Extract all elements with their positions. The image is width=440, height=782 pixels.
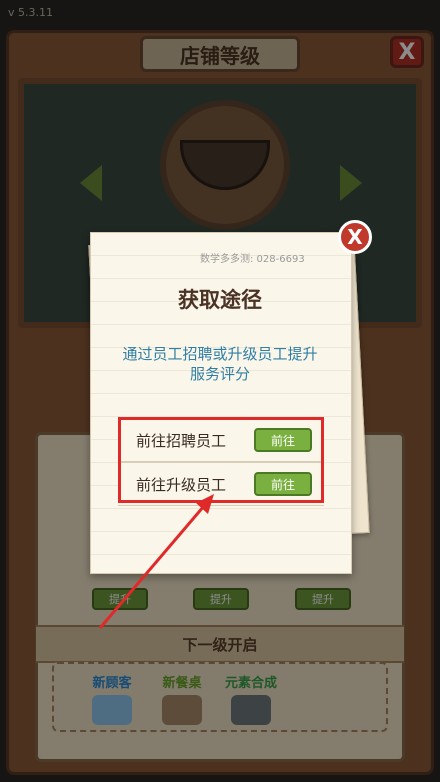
option-upgrade-staff: 前往升级员工 前往: [118, 462, 324, 506]
option-recruit-staff: 前往招聘员工 前往: [118, 418, 324, 462]
go-upgrade-button[interactable]: 前往: [254, 472, 312, 496]
modal-title: 获取途径: [178, 288, 262, 312]
close-modal-button[interactable]: X: [338, 220, 372, 254]
go-recruit-button[interactable]: 前往: [254, 428, 312, 452]
modal-description: 通过员工招聘或升级员工提升服务评分: [122, 345, 318, 383]
modal-hint: 数学多多测: 028-6693: [200, 254, 305, 265]
option-label: 前往招聘员工: [136, 432, 227, 450]
option-label: 前往升级员工: [136, 476, 227, 494]
close-icon: X: [347, 225, 363, 249]
